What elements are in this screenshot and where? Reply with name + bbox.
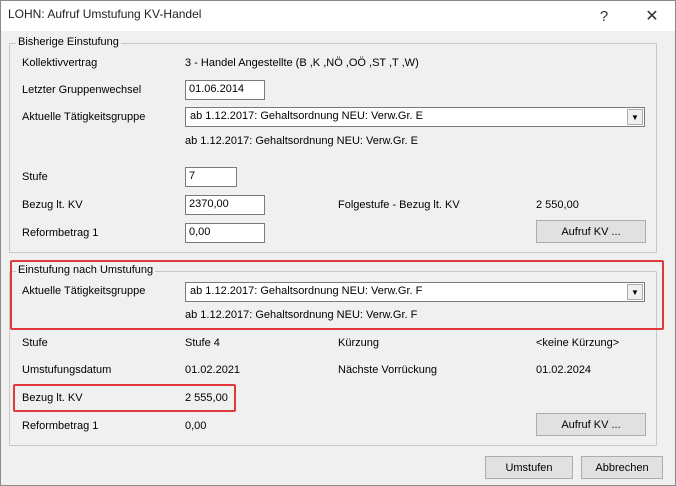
naechste-vorrueckung-label: Nächste Vorrückung <box>338 364 438 376</box>
taetigkeitsgruppe-select[interactable]: ab 1.12.2017: Gehaltsordnung NEU: Verw.G… <box>185 282 645 302</box>
reformbetrag-field[interactable]: 0,00 <box>185 223 265 243</box>
kollektivvertrag-value: 3 - Handel Angestellte (B ,K ,NÖ ,OÖ ,ST… <box>185 57 419 69</box>
aufruf-kv-button[interactable]: Aufruf KV ... <box>536 413 646 436</box>
taetigkeitsgruppe-label: Aktuelle Tätigkeitsgruppe <box>22 111 146 123</box>
stufe-field[interactable]: 7 <box>185 167 237 187</box>
kuerzung-value: <keine Kürzung> <box>536 337 620 349</box>
chevron-down-icon[interactable]: ▼ <box>627 284 643 300</box>
taetigkeitsgruppe-selected: ab 1.12.2017: Gehaltsordnung NEU: Verw.G… <box>190 110 423 122</box>
taetigkeitsgruppe-select[interactable]: ab 1.12.2017: Gehaltsordnung NEU: Verw.G… <box>185 107 645 127</box>
stufe-value: Stufe 4 <box>185 337 220 349</box>
bezug-field[interactable]: 2370,00 <box>185 195 265 215</box>
stufe-label: Stufe <box>22 337 48 349</box>
taetigkeitsgruppe-text: ab 1.12.2017: Gehaltsordnung NEU: Verw.G… <box>185 309 418 321</box>
group-einstufung-nach-umstufung: Einstufung nach Umstufung Aktuelle Tätig… <box>9 264 657 446</box>
taetigkeitsgruppe-selected: ab 1.12.2017: Gehaltsordnung NEU: Verw.G… <box>190 285 423 297</box>
folgestufe-value: 2 550,00 <box>536 199 579 211</box>
chevron-down-icon[interactable]: ▼ <box>627 109 643 125</box>
gruppenwechsel-label: Letzter Gruppenwechsel <box>22 84 142 96</box>
stufe-label: Stufe <box>22 171 48 183</box>
abbrechen-button[interactable]: Abbrechen <box>581 456 663 479</box>
title-bar: LOHN: Aufruf Umstufung KV-Handel ? ✕ <box>1 1 675 31</box>
umstufen-button[interactable]: Umstufen <box>485 456 573 479</box>
bezug-value: 2 555,00 <box>185 392 228 404</box>
bezug-label: Bezug lt. KV <box>22 199 83 211</box>
aufruf-kv-button[interactable]: Aufruf KV ... <box>536 220 646 243</box>
folgestufe-label: Folgestufe - Bezug lt. KV <box>338 199 460 211</box>
reformbetrag-label: Reformbetrag 1 <box>22 227 99 239</box>
taetigkeitsgruppe-text: ab 1.12.2017: Gehaltsordnung NEU: Verw.G… <box>185 135 418 147</box>
group-legend: Bisherige Einstufung <box>16 36 121 48</box>
group-bisherige-einstufung: Bisherige Einstufung Kollektivvertrag 3 … <box>9 36 657 253</box>
close-icon[interactable]: ✕ <box>629 1 675 31</box>
taetigkeitsgruppe-label: Aktuelle Tätigkeitsgruppe <box>22 285 146 297</box>
reformbetrag-value: 0,00 <box>185 420 207 432</box>
kuerzung-label: Kürzung <box>338 337 379 349</box>
bezug-label: Bezug lt. KV <box>22 392 83 404</box>
window-title: LOHN: Aufruf Umstufung KV-Handel <box>8 7 202 21</box>
umstufungsdatum-value: 01.02.2021 <box>185 364 241 376</box>
dialog-window: LOHN: Aufruf Umstufung KV-Handel ? ✕ Bis… <box>0 0 676 486</box>
reformbetrag-label: Reformbetrag 1 <box>22 420 99 432</box>
help-icon[interactable]: ? <box>581 1 627 31</box>
gruppenwechsel-field[interactable]: 01.06.2014 <box>185 80 265 100</box>
kollektivvertrag-label: Kollektivvertrag <box>22 57 98 69</box>
group-legend: Einstufung nach Umstufung <box>16 264 156 276</box>
umstufungsdatum-label: Umstufungsdatum <box>22 364 112 376</box>
naechste-vorrueckung-value: 01.02.2024 <box>536 364 592 376</box>
